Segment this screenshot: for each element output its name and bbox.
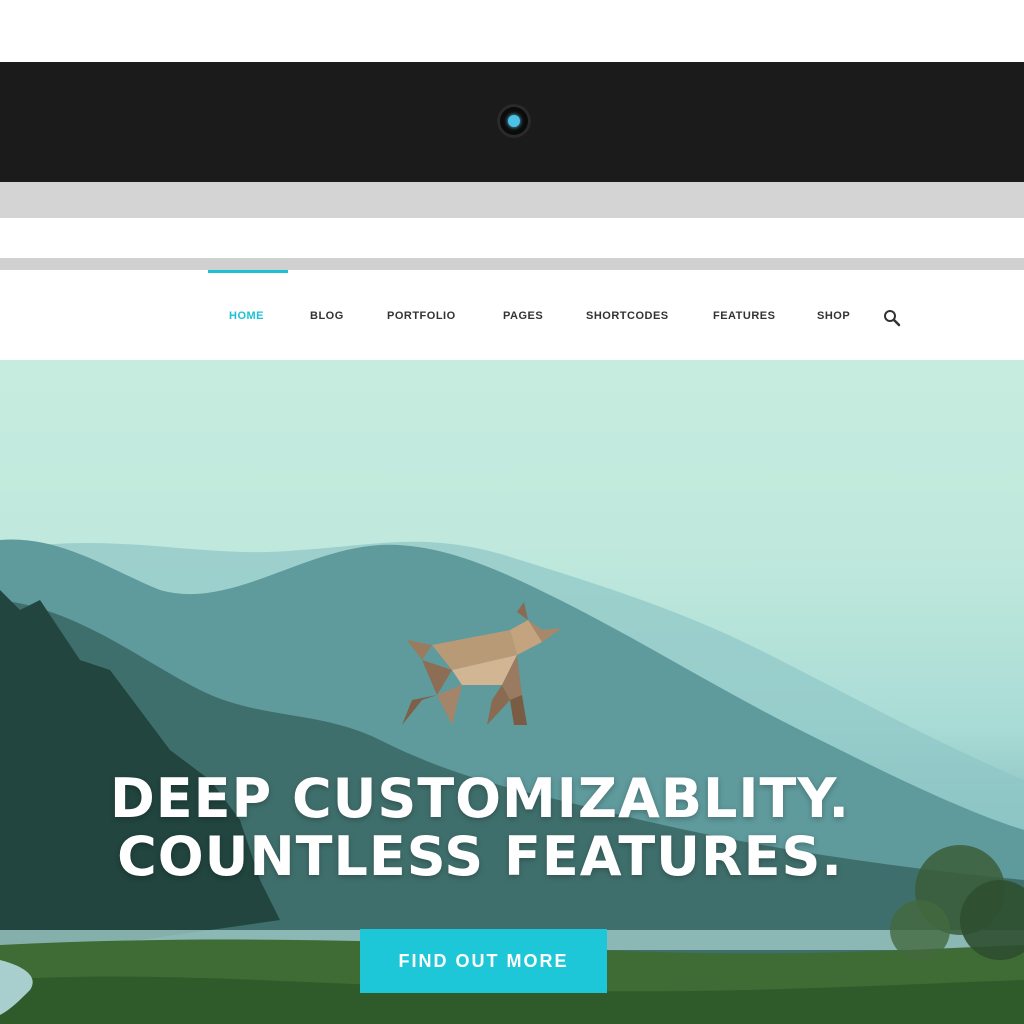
nav-item-home[interactable]: HOME [229, 310, 264, 326]
browser-chrome-bar [0, 182, 1024, 218]
nav-item-shop[interactable]: SHOP [817, 310, 850, 326]
page: HOME BLOG PORTFOLIO PAGES SHORTCODES FEA… [0, 0, 1024, 1024]
browser-address-area [0, 218, 1024, 258]
nav-item-portfolio[interactable]: PORTFOLIO [387, 310, 456, 326]
nav-item-shortcodes[interactable]: SHORTCODES [586, 310, 669, 326]
nav-item-blog[interactable]: BLOG [310, 310, 344, 326]
find-out-more-button[interactable]: FIND OUT MORE [360, 929, 607, 993]
camera-icon [497, 104, 531, 138]
nav-item-features[interactable]: FEATURES [713, 310, 775, 326]
nav-active-indicator [208, 270, 288, 273]
hero-headline-line1: DEEP CUSTOMIZABLITY. [109, 767, 851, 830]
hero-section: DEEP CUSTOMIZABLITY. COUNTLESS FEATURES.… [0, 360, 1024, 1024]
origami-dog-logo [402, 602, 562, 725]
search-icon[interactable] [882, 308, 902, 328]
camera-lens [508, 115, 520, 127]
hero-headline-line2: COUNTLESS FEATURES. [117, 825, 843, 888]
main-navigation: HOME BLOG PORTFOLIO PAGES SHORTCODES FEA… [0, 270, 1024, 360]
nav-item-pages[interactable]: PAGES [503, 310, 543, 326]
browser-chrome-divider [0, 258, 1024, 270]
hero-headline: DEEP CUSTOMIZABLITY. COUNTLESS FEATURES. [0, 770, 960, 886]
